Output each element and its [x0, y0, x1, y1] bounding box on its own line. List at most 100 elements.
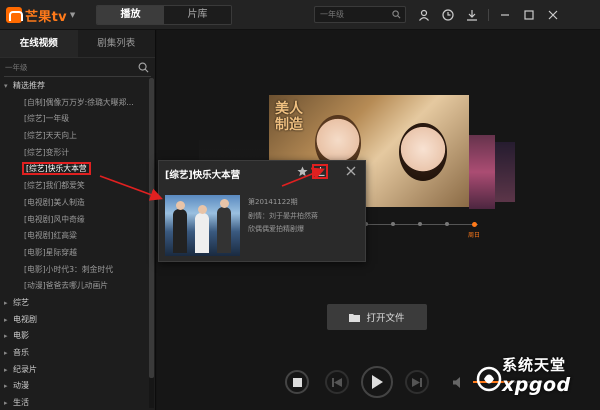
- tree-category[interactable]: ▸ 动漫: [0, 378, 148, 395]
- tree-item-label: [综艺]一年级: [24, 114, 70, 124]
- user-icon[interactable]: [416, 7, 432, 23]
- tree-category[interactable]: ▸ 电视剧: [0, 312, 148, 329]
- tree-item[interactable]: [自制]偶像万万岁:徐璐大曝郑...: [0, 95, 148, 112]
- chevron-right-icon[interactable]: ▸: [4, 362, 13, 379]
- tree-item-label: [综艺]我们都爱笑: [24, 181, 85, 191]
- sidebar: 在线视频 剧集列表 ▾精选推荐 [自制]偶像万万岁:徐璐大曝郑... [综艺]一年级…: [0, 30, 156, 410]
- play-icon: [372, 375, 383, 389]
- tree-item-label: 纪录片: [13, 364, 37, 374]
- tree-category[interactable]: ▸ 综艺: [0, 295, 148, 312]
- carousel-timeline: 周日: [362, 220, 482, 242]
- top-search-input[interactable]: [315, 7, 387, 22]
- watermark-line1: 系统天堂: [502, 356, 567, 374]
- thumbnail-figure: [217, 207, 231, 253]
- timeline-label: 周日: [467, 232, 481, 239]
- download-icon: [315, 167, 325, 176]
- tree-item-label: [综艺]快乐大本营: [22, 162, 91, 176]
- tree-item[interactable]: [电影]小时代3：刺金时代: [0, 262, 148, 279]
- next-icon: [412, 377, 422, 387]
- tree-item-label: 生活: [13, 398, 29, 408]
- tab-episode-list[interactable]: 剧集列表: [78, 30, 156, 57]
- scrollbar-thumb[interactable]: [149, 78, 154, 378]
- star-icon[interactable]: [297, 166, 308, 177]
- tree-item-label: [综艺]天天向上: [24, 131, 77, 141]
- tree-item[interactable]: [综艺]天天向上: [0, 128, 148, 145]
- tree-item[interactable]: [电视剧]美人制造: [0, 195, 148, 212]
- open-file-button[interactable]: 打开文件: [327, 304, 427, 330]
- play-button[interactable]: [361, 366, 393, 398]
- chevron-right-icon[interactable]: ▸: [4, 345, 13, 362]
- stop-button[interactable]: [285, 370, 309, 394]
- timeline-dot[interactable]: [472, 221, 477, 227]
- tree-item[interactable]: [动漫]爸爸去哪儿动画片: [0, 278, 148, 295]
- download-icon[interactable]: [464, 7, 480, 23]
- tree-item[interactable]: [综艺]快乐大本营: [0, 161, 148, 178]
- carousel-slide-next[interactable]: [469, 135, 495, 209]
- tree-item[interactable]: [电视剧]风中奇缘: [0, 212, 148, 229]
- tree-item[interactable]: [综艺]我们都爱笑: [0, 178, 148, 195]
- tree-item-label: 动漫: [13, 381, 29, 391]
- carousel-slide-next[interactable]: [495, 142, 515, 202]
- previous-button[interactable]: [325, 370, 349, 394]
- chevron-right-icon[interactable]: ▸: [4, 395, 13, 408]
- chevron-right-icon[interactable]: ▸: [4, 328, 13, 345]
- tab-play[interactable]: 播放: [97, 6, 164, 24]
- top-search-box: [314, 6, 406, 23]
- thumbnail-figure: [175, 201, 185, 210]
- search-icon[interactable]: [138, 62, 149, 73]
- tab-library[interactable]: 片库: [164, 6, 231, 24]
- tree-item[interactable]: [综艺]变形计: [0, 145, 148, 162]
- tree-item[interactable]: [综艺]一年级: [0, 111, 148, 128]
- app-logo[interactable]: 芒果tv ▼: [6, 6, 75, 25]
- folder-icon: [349, 313, 361, 322]
- chevron-right-icon[interactable]: ▸: [4, 312, 13, 329]
- watermark-logo-icon: [476, 366, 502, 392]
- search-icon[interactable]: [392, 10, 401, 19]
- download-button[interactable]: [312, 164, 328, 179]
- timeline-dot[interactable]: [418, 222, 422, 226]
- episode-number: 第20141122期: [248, 198, 298, 206]
- history-icon[interactable]: [440, 7, 456, 23]
- tree-item-label: 综艺: [13, 297, 29, 307]
- stop-icon: [292, 377, 302, 387]
- tree-item[interactable]: [电影]星际穿越: [0, 245, 148, 262]
- tree-category[interactable]: ▸ 音乐: [0, 345, 148, 362]
- mango-logo-icon: [6, 7, 23, 23]
- watermark-line2: xpgod: [502, 374, 571, 396]
- poster-title: 美人制造: [275, 101, 303, 133]
- volume-button[interactable]: [449, 372, 469, 392]
- tree-category[interactable]: ▸ 电影: [0, 328, 148, 345]
- tree-category[interactable]: ▾ 精选推荐: [0, 78, 148, 95]
- chevron-down-icon[interactable]: ▾: [4, 78, 13, 95]
- sidebar-scrollbar[interactable]: [149, 78, 154, 408]
- timeline-dot[interactable]: [391, 222, 395, 226]
- tree-category[interactable]: ▸ 纪录片: [0, 362, 148, 379]
- tree-item-label: [电影]星际穿越: [24, 247, 77, 257]
- video-info-popup: [综艺]快乐大本营 第20141122期 剧情：刘于晏井柏然蒋欣偶偶爱拍精剧爆: [158, 160, 366, 262]
- volume-icon: [453, 376, 460, 388]
- tree-item-label: 电影: [13, 331, 29, 341]
- thumbnail-figure: [173, 209, 187, 253]
- tree-item-label: [电视剧]红高粱: [24, 231, 77, 241]
- title-bar: 芒果tv ▼ 播放 片库: [0, 0, 600, 30]
- chevron-right-icon[interactable]: ▸: [4, 378, 13, 395]
- episode-description: 剧情：刘于晏井柏然蒋欣偶偶爱拍精剧爆: [248, 212, 318, 233]
- close-icon[interactable]: [345, 165, 357, 177]
- sidebar-search-input[interactable]: [4, 61, 134, 75]
- tab-online-video[interactable]: 在线视频: [0, 30, 78, 57]
- video-thumbnail[interactable]: [165, 195, 240, 256]
- sidebar-tabs: 在线视频 剧集列表: [0, 30, 155, 58]
- close-icon[interactable]: [545, 7, 561, 23]
- timeline-dot[interactable]: [445, 222, 449, 226]
- next-button[interactable]: [405, 370, 429, 394]
- popup-title: [综艺]快乐大本营: [165, 170, 241, 181]
- main-nav-tabs: 播放 片库: [96, 5, 232, 25]
- tree-item[interactable]: [电视剧]红高粱: [0, 228, 148, 245]
- chevron-right-icon[interactable]: ▸: [4, 295, 13, 312]
- tree-category[interactable]: ▸ 生活: [0, 395, 148, 408]
- open-file-label: 打开文件: [366, 313, 405, 324]
- minimize-icon[interactable]: [497, 7, 513, 23]
- maximize-icon[interactable]: [521, 7, 537, 23]
- caret-down-icon[interactable]: ▼: [70, 11, 75, 19]
- tree-item-label: 音乐: [13, 348, 29, 357]
